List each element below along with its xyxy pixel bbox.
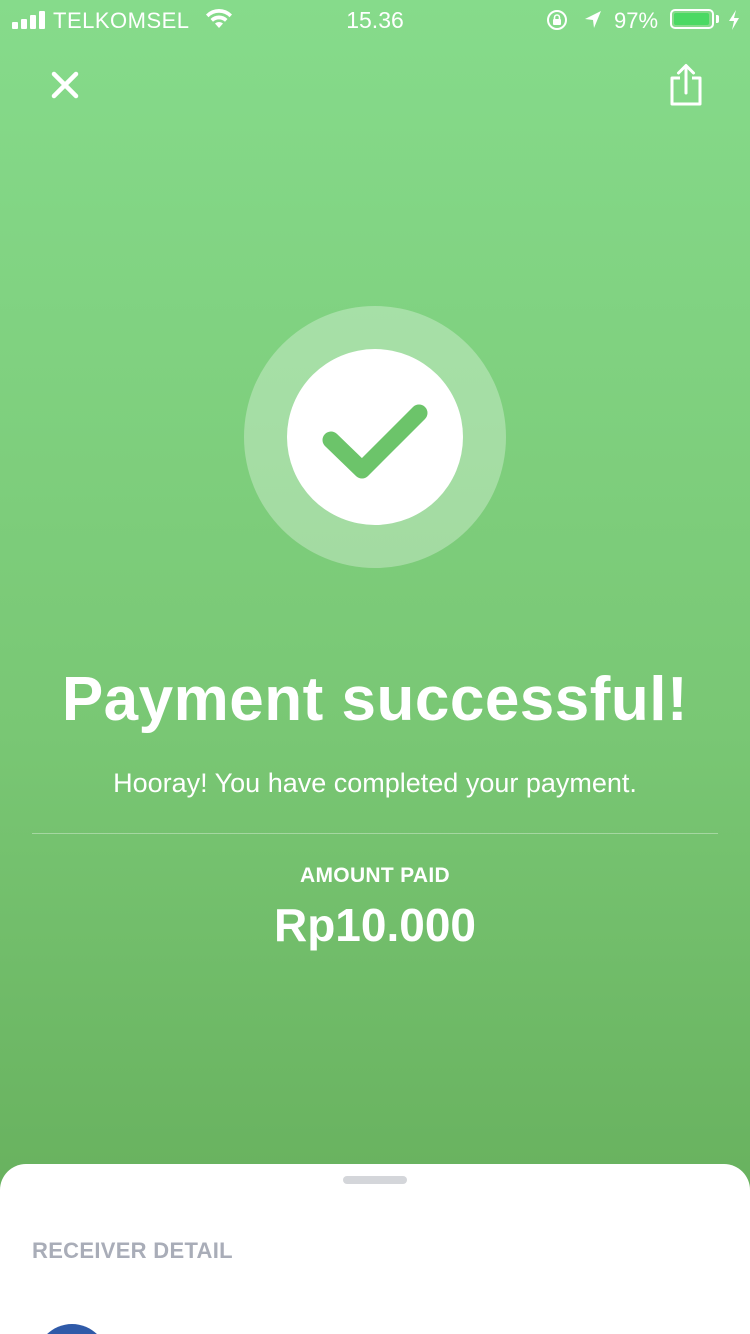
page-subtitle: Hooray! You have completed your payment. — [113, 768, 637, 798]
receiver-detail-label: RECEIVER DETAIL — [32, 1238, 233, 1263]
share-button[interactable] — [660, 60, 712, 112]
receiver-avatar — [36, 1324, 108, 1334]
receiver-detail-sheet[interactable]: RECEIVER DETAIL — [0, 1164, 750, 1334]
checkmark-icon — [322, 404, 428, 479]
divider — [32, 833, 718, 834]
status-bar: TELKOMSEL 15.36 97% — [0, 0, 750, 40]
battery-icon — [670, 9, 714, 29]
success-badge-inner — [287, 349, 463, 525]
share-icon — [670, 64, 702, 106]
battery-nub — [716, 15, 719, 23]
payment-success-screen: TELKOMSEL 15.36 97% Payment successful! … — [0, 0, 750, 1334]
amount-value: Rp10.000 — [273, 899, 476, 951]
battery-fill — [674, 13, 709, 25]
close-icon — [51, 71, 79, 99]
sheet-drag-handle[interactable] — [343, 1176, 407, 1184]
page-title: Payment successful! — [61, 665, 689, 734]
rotation-lock-icon — [547, 10, 567, 30]
amount-label: AMOUNT PAID — [300, 864, 450, 887]
close-button[interactable] — [40, 60, 90, 110]
charging-icon — [729, 10, 739, 30]
location-icon — [585, 11, 601, 28]
success-badge — [244, 306, 506, 568]
battery-percent: 97% — [614, 8, 659, 33]
